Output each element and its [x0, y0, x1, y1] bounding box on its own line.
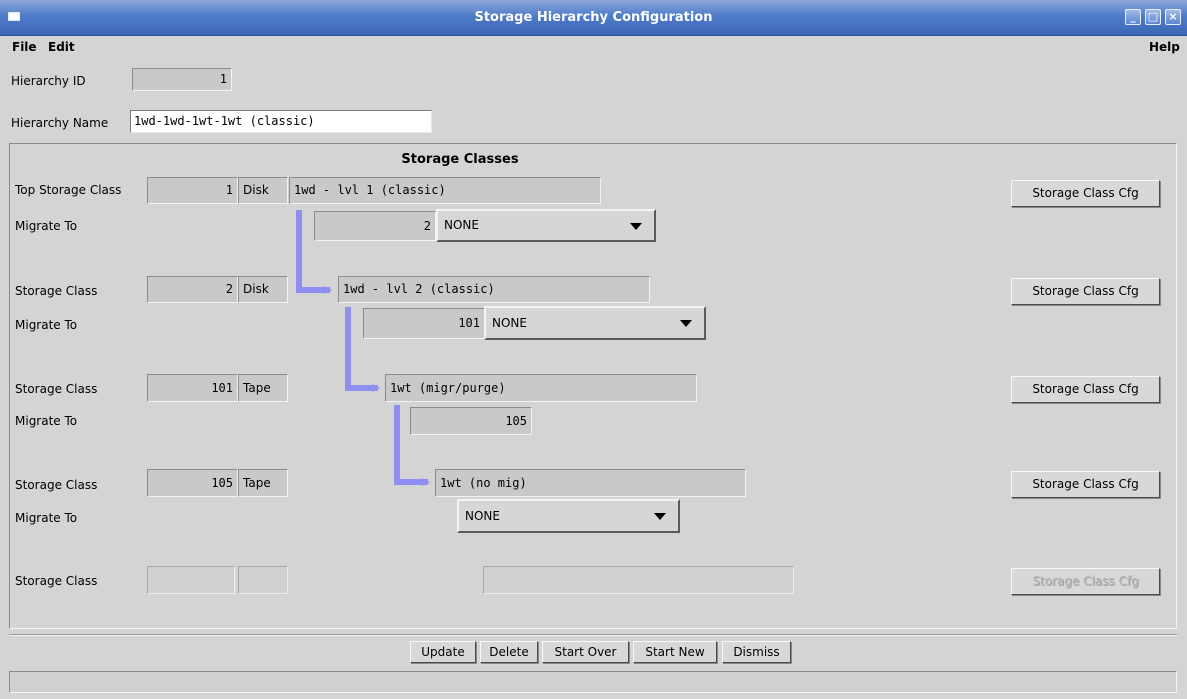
row4-name-field: 1wt (no mig)	[435, 469, 746, 497]
row3-migrate-label: Migrate To	[15, 414, 78, 428]
row2-storage-class-cfg-button[interactable]: Storage Class Cfg	[1011, 278, 1160, 305]
row2-label: Storage Class	[15, 284, 98, 298]
row2-id-field: 2	[147, 276, 238, 303]
row1-label: Top Storage Class	[15, 183, 122, 197]
row3-migrate-id-field: 105	[410, 407, 532, 435]
dismiss-button[interactable]: Dismiss	[722, 641, 791, 663]
status-bar	[9, 671, 1177, 693]
delete-button[interactable]: Delete	[480, 641, 538, 663]
chevron-down-icon	[680, 320, 692, 327]
row1-migrate-select[interactable]: NONE	[436, 209, 656, 242]
row3-id-field: 101	[147, 374, 238, 402]
row3-label: Storage Class	[15, 382, 98, 396]
row1-migrate-label: Migrate To	[15, 219, 78, 233]
row1-migrate-id-field: 2	[314, 211, 436, 241]
row2-type-field: Disk	[238, 276, 288, 303]
row5-storage-class-cfg-button: Storage Class Cfg	[1011, 568, 1160, 595]
row5-id-field	[147, 566, 235, 594]
row1-id-field: 1	[147, 177, 238, 204]
chevron-down-icon	[654, 513, 666, 520]
row2-migrate-label: Migrate To	[15, 318, 78, 332]
row4-migrate-select[interactable]: NONE	[457, 499, 680, 533]
separator	[9, 634, 1177, 636]
row2-migrate-select-value: NONE	[492, 316, 527, 330]
row1-name-field: 1wd - lvl 1 (classic)	[289, 177, 601, 204]
row1-migrate-select-value: NONE	[444, 218, 479, 232]
start-new-button[interactable]: Start New	[633, 641, 717, 663]
migration-arrows	[296, 210, 430, 486]
row4-storage-class-cfg-button[interactable]: Storage Class Cfg	[1011, 471, 1160, 498]
row5-label: Storage Class	[15, 574, 98, 588]
start-over-button[interactable]: Start Over	[542, 641, 629, 663]
row3-type-field: Tape	[238, 374, 288, 402]
row2-migrate-select[interactable]: NONE	[484, 306, 706, 340]
row4-id-field: 105	[147, 469, 238, 497]
row4-migrate-label: Migrate To	[15, 511, 78, 525]
row3-name-field: 1wt (migr/purge)	[385, 374, 697, 402]
update-button[interactable]: Update	[410, 641, 476, 663]
row5-name-field	[483, 566, 794, 594]
row2-name-field: 1wd - lvl 2 (classic)	[338, 276, 650, 303]
chevron-down-icon	[630, 222, 642, 230]
row4-label: Storage Class	[15, 478, 98, 492]
row2-migrate-id-field: 101	[363, 308, 485, 339]
row1-type-field: Disk	[238, 177, 288, 204]
row1-storage-class-cfg-button[interactable]: Storage Class Cfg	[1011, 180, 1160, 207]
row5-type-field	[238, 566, 288, 594]
row3-storage-class-cfg-button[interactable]: Storage Class Cfg	[1011, 376, 1160, 403]
row4-migrate-select-value: NONE	[465, 509, 500, 523]
row4-type-field: Tape	[238, 469, 288, 497]
